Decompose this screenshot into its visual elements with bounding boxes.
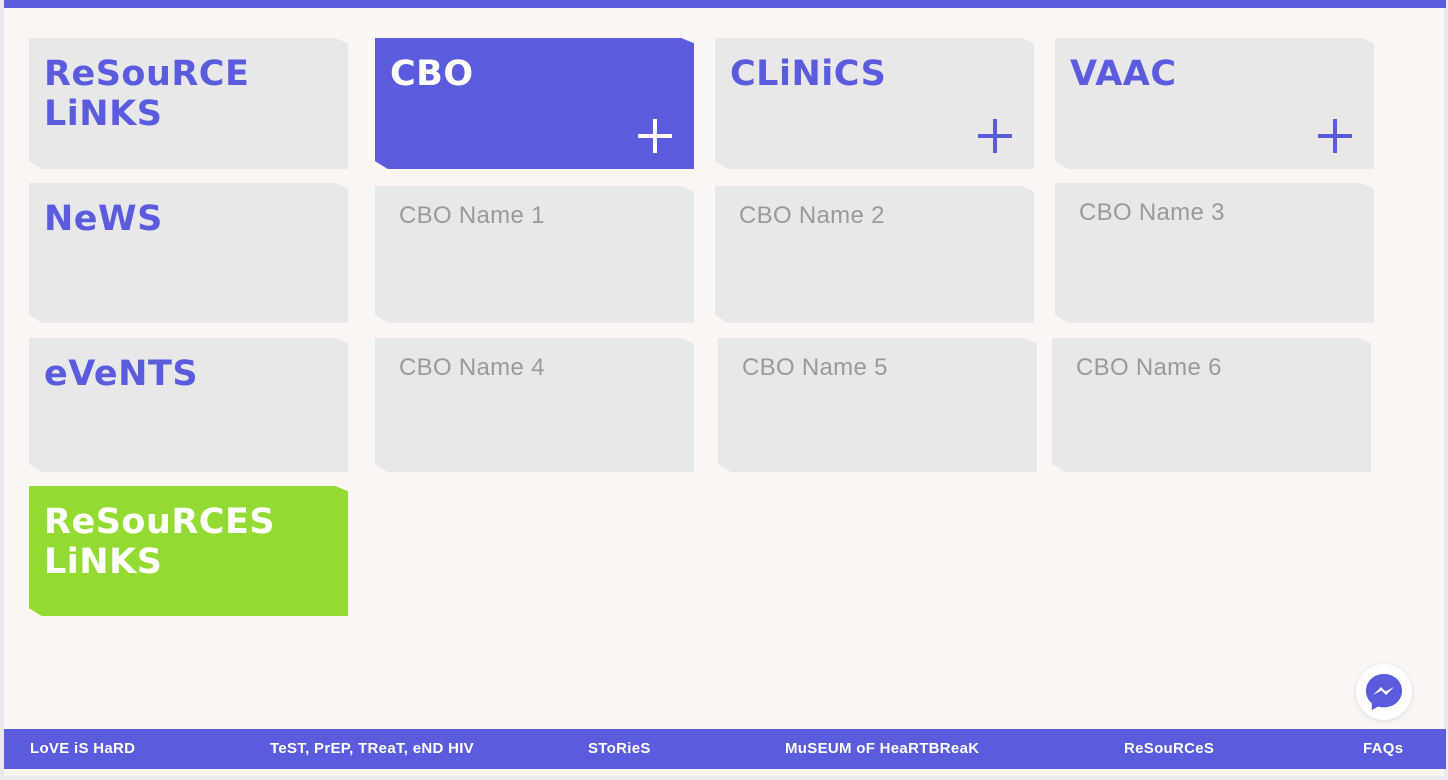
plus-icon[interactable] bbox=[638, 119, 672, 153]
plus-icon[interactable] bbox=[1318, 119, 1352, 153]
resource-links-title: ReSouRCE LiNKS bbox=[44, 54, 250, 134]
cbo-name: CBO Name 5 bbox=[742, 354, 888, 381]
resource-links-card[interactable]: ReSouRCE LiNKS bbox=[29, 38, 348, 169]
footer-link-test-prep[interactable]: TeST, PrEP, TReaT, eND HIV bbox=[270, 740, 474, 757]
cbo-card-2[interactable]: CBO Name 2 bbox=[715, 186, 1034, 323]
category-vaac-label: VAAC bbox=[1070, 54, 1177, 94]
messenger-icon bbox=[1366, 674, 1402, 710]
events-title: eVeNTS bbox=[44, 354, 199, 394]
category-cbo-label: CBO bbox=[390, 54, 474, 94]
footer-nav: LoVE iS HaRD TeST, PrEP, TReaT, eND HIV … bbox=[4, 729, 1446, 769]
footer-link-museum[interactable]: MuSEUM oF HeaRTBReaK bbox=[785, 740, 979, 757]
messenger-button[interactable] bbox=[1356, 664, 1412, 720]
cbo-name: CBO Name 4 bbox=[399, 354, 545, 381]
footer-link-faqs[interactable]: FAQs bbox=[1363, 740, 1403, 757]
category-vaac-card[interactable]: VAAC bbox=[1055, 38, 1374, 169]
news-card[interactable]: NeWS bbox=[29, 183, 348, 323]
cbo-name: CBO Name 3 bbox=[1079, 199, 1225, 226]
cbo-card-3[interactable]: CBO Name 3 bbox=[1055, 183, 1374, 323]
plus-icon[interactable] bbox=[978, 119, 1012, 153]
footer-link-love-is-hard[interactable]: LoVE iS HaRD bbox=[30, 740, 135, 757]
cbo-card-6[interactable]: CBO Name 6 bbox=[1052, 338, 1371, 472]
category-cbo-card[interactable]: CBO bbox=[375, 38, 694, 169]
footer-link-stories[interactable]: SToRieS bbox=[588, 740, 651, 757]
cbo-card-1[interactable]: CBO Name 1 bbox=[375, 186, 694, 323]
cbo-name: CBO Name 2 bbox=[739, 202, 885, 229]
cbo-name: CBO Name 6 bbox=[1076, 354, 1222, 381]
footer-link-resources[interactable]: ReSouRCeS bbox=[1124, 740, 1214, 757]
top-accent-bar bbox=[4, 0, 1446, 8]
cbo-card-5[interactable]: CBO Name 5 bbox=[718, 338, 1037, 472]
news-title: NeWS bbox=[44, 199, 163, 239]
category-clinics-label: CLiNiCS bbox=[730, 54, 887, 94]
events-card[interactable]: eVeNTS bbox=[29, 338, 348, 472]
cbo-card-4[interactable]: CBO Name 4 bbox=[375, 338, 694, 472]
resources-links-card-active[interactable]: ReSouRCES LiNKS bbox=[29, 486, 348, 616]
page-frame: ReSouRCE LiNKS NeWS eVeNTS ReSouRCES LiN… bbox=[3, 0, 1446, 776]
cbo-name: CBO Name 1 bbox=[399, 202, 545, 229]
resources-links-title: ReSouRCES LiNKS bbox=[44, 502, 276, 582]
category-clinics-card[interactable]: CLiNiCS bbox=[715, 38, 1034, 169]
